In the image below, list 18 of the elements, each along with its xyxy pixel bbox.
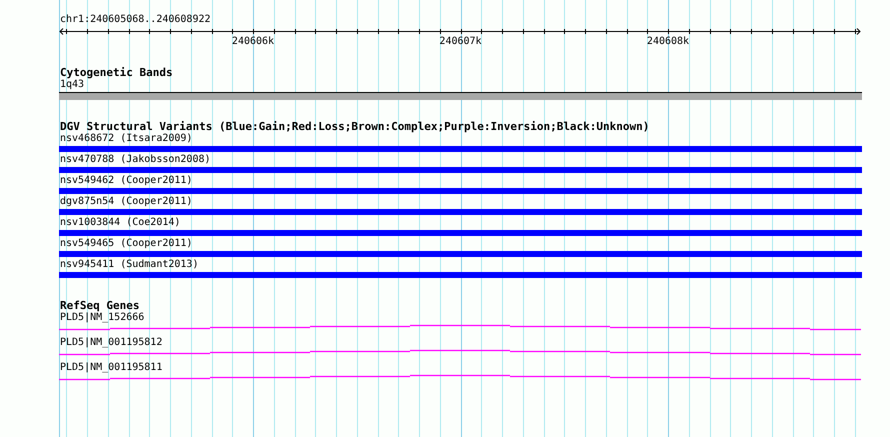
gene-label: PLD5|NM_001195811: [59, 362, 162, 374]
variant-label: nsv549465 (Cooper2011): [59, 238, 192, 250]
variant-label: nsv945411 (Sudmant2013): [59, 259, 198, 271]
tick-label: 240607k: [439, 36, 482, 48]
chromosome-position: chr1:240605068..240608922: [59, 14, 211, 26]
variant-label: nsv468672 (Itsara2009): [59, 133, 192, 145]
gene-label: PLD5|NM_152666: [59, 312, 144, 324]
variant-label: dgv875n54 (Cooper2011): [59, 196, 192, 208]
band-label: 1q43: [59, 79, 84, 91]
tick-label: 240608k: [646, 36, 690, 48]
gene-label: PLD5|NM_001195812: [59, 337, 162, 349]
variant-label: nsv1003844 (Coe2014): [59, 217, 180, 229]
track-title: RefSeq Genes: [59, 299, 140, 312]
tick-label: 240606k: [232, 36, 274, 48]
track-title: Cytogenetic Bands: [59, 66, 173, 79]
track-title: DGV Structural Variants (Blue:Gain;Red:Loss;Brown:Complex;Purple:Inversion;Black:Unknown): [59, 120, 650, 133]
variant-label: nsv470788 (Jakobsson2008): [59, 154, 211, 166]
variant-label: nsv549462 (Cooper2011): [59, 175, 192, 187]
